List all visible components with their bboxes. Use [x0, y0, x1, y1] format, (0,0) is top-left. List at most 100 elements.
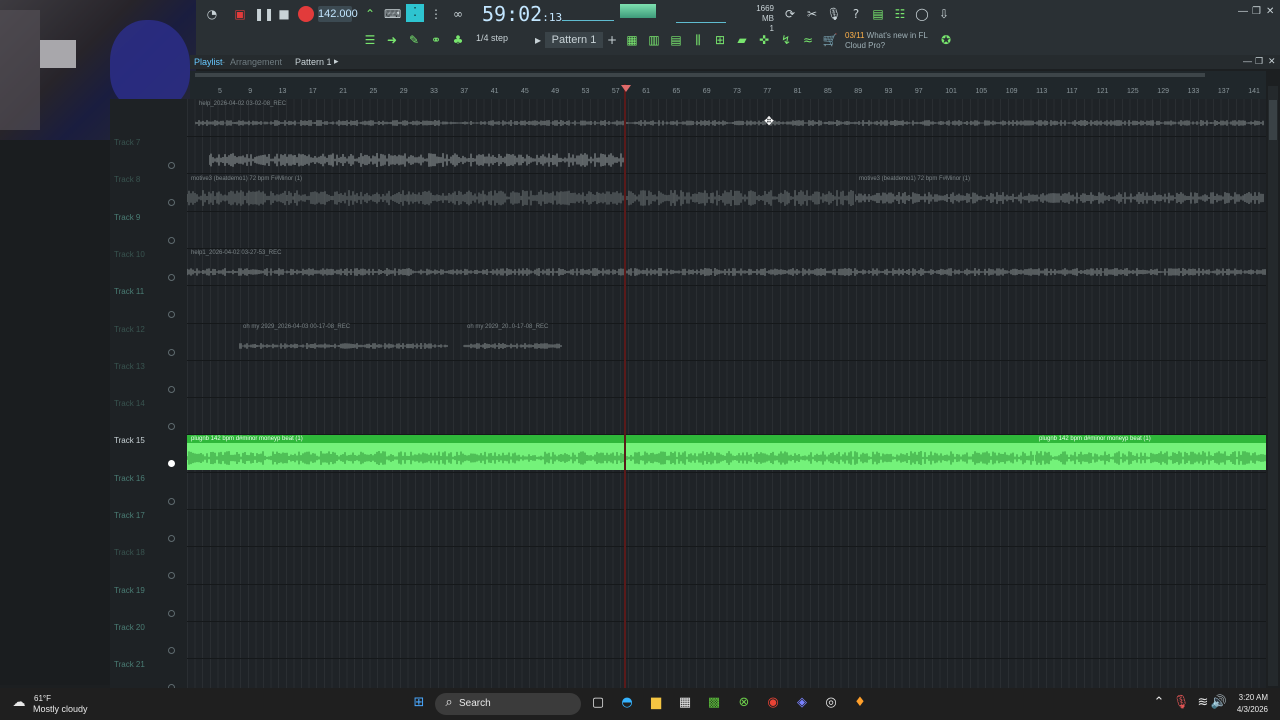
audio-clip[interactable]: oh my 2929_2026-04-03 00-17-08_REC	[238, 323, 449, 358]
track-name[interactable]: Track 18	[114, 548, 174, 557]
channel-rack-icon[interactable]: ▤	[668, 32, 684, 48]
restore-icon[interactable]: ❐	[1252, 6, 1261, 17]
track-name[interactable]: Track 15	[114, 436, 174, 445]
vertical-scrollbar[interactable]	[1268, 86, 1278, 686]
track-mute-icon[interactable]	[168, 236, 175, 244]
wave-icon[interactable]: ≈	[800, 32, 816, 48]
file-explorer-icon[interactable]: ▆	[647, 694, 665, 712]
picker-icon[interactable]: ✜	[756, 32, 772, 48]
cart-icon[interactable]: 🛒	[822, 32, 838, 48]
app-icon[interactable]: ◈	[793, 694, 811, 712]
browser-icon[interactable]: ⊞	[712, 32, 728, 48]
news-panel[interactable]: 03/11 What's new in FL Cloud Pro?	[845, 31, 928, 51]
fl-studio-icon[interactable]: ♦	[851, 694, 869, 712]
track-name[interactable]: Track 19	[114, 586, 174, 595]
typing-keyboard-icon[interactable]: ⌨	[384, 6, 401, 22]
step-edit-icon[interactable]: ⋮	[428, 6, 444, 22]
weather-desc[interactable]: Mostly cloudy	[33, 704, 88, 714]
minecraft-icon[interactable]: ▩	[705, 694, 723, 712]
track-name[interactable]: Track 9	[114, 213, 174, 222]
minimize-icon[interactable]: —	[1238, 6, 1248, 17]
tools-icon[interactable]: ✂	[804, 6, 820, 22]
playlist-close-icon[interactable]: ✕	[1268, 56, 1276, 67]
playhead[interactable]	[624, 84, 626, 689]
playlist-maximize-icon[interactable]: ❐	[1255, 56, 1263, 67]
track-name[interactable]: Track 7	[114, 138, 174, 147]
track-mute-icon[interactable]	[168, 273, 175, 281]
track-name[interactable]: Track 8	[114, 175, 174, 184]
chat-icon[interactable]: ◯	[914, 6, 930, 22]
mixer-icon[interactable]: ☷	[892, 6, 908, 22]
audio-clip[interactable]: help1_2026-04-02 03-27-53_REC	[186, 249, 1266, 284]
view-playlist-icon[interactable]: ▦	[624, 32, 640, 48]
steam-icon[interactable]: ◎	[822, 694, 840, 712]
track-name[interactable]: Track 17	[114, 511, 174, 520]
stop-icon[interactable]: ■	[276, 6, 292, 22]
edge-icon[interactable]: ◓	[618, 694, 636, 712]
track-name[interactable]: Track 12	[114, 325, 174, 334]
audio-clip[interactable]: plugnb 142 bpm d#minor moneyp beat (1)	[186, 435, 1035, 470]
track-name[interactable]: Track 10	[114, 250, 174, 259]
song-mode-icon[interactable]: ▣	[232, 6, 248, 22]
playlist-minimize-icon[interactable]: —	[1243, 56, 1252, 66]
playlist-icon[interactable]: ☰	[362, 32, 378, 48]
master-volume[interactable]	[676, 4, 726, 23]
record-button[interactable]	[298, 6, 314, 22]
snap-step[interactable]: 1/4 step	[476, 33, 508, 43]
metronome-icon[interactable]: ◔	[204, 6, 220, 22]
pattern-arrow-icon[interactable]: ▸	[334, 56, 339, 67]
audio-clip[interactable]	[208, 137, 627, 172]
vertical-scroll-thumb[interactable]	[1269, 100, 1277, 140]
track-mute-icon[interactable]	[168, 385, 175, 393]
track-name[interactable]: Track 11	[114, 287, 174, 296]
cloud-icon[interactable]: ✪	[938, 32, 954, 48]
track-mute-icon[interactable]	[168, 199, 175, 207]
tempo-display[interactable]: 142.000	[318, 6, 358, 22]
track-mute-icon[interactable]	[168, 348, 175, 356]
close-icon[interactable]: ✕	[1266, 6, 1274, 17]
track-mute-icon[interactable]	[168, 646, 175, 654]
play-small-icon[interactable]: ▸	[530, 32, 546, 48]
track-lane[interactable]	[187, 547, 1266, 585]
undo-history-icon[interactable]: ⟳	[782, 6, 798, 22]
pattern-selector[interactable]: Pattern 1	[545, 32, 603, 48]
track-lane[interactable]	[187, 584, 1266, 622]
arrow-right-icon[interactable]: ➜	[384, 32, 400, 48]
clock[interactable]: 3:20 AM 4/3/2026	[1230, 692, 1268, 716]
chrome-icon[interactable]: ◉	[764, 694, 782, 712]
link-icon[interactable]: ⚭	[428, 32, 444, 48]
arrangement-label[interactable]: Arrangement	[230, 57, 282, 67]
track-lane[interactable]	[187, 286, 1266, 324]
track-mute-icon[interactable]	[168, 572, 175, 580]
mixer-view-icon[interactable]: ⫼	[690, 32, 706, 48]
help-icon[interactable]: ?	[848, 6, 864, 22]
track-mute-icon[interactable]	[168, 497, 175, 505]
save-icon[interactable]: ▤	[870, 6, 886, 22]
track-mute-icon[interactable]	[168, 460, 175, 468]
track-mute-icon[interactable]	[168, 423, 175, 431]
audio-clip[interactable]: motive3 (beatdemo1) 72 bpm F#Minor (1)	[854, 175, 1265, 210]
track-lane[interactable]	[187, 621, 1266, 660]
tray-chevron-icon[interactable]: ⌃	[1150, 694, 1168, 712]
start-icon[interactable]: ⊞	[410, 694, 428, 712]
countdown-icon[interactable]: ⁚	[406, 4, 424, 22]
stretch-icon[interactable]: ↯	[778, 32, 794, 48]
pause-icon[interactable]: ❚❚	[254, 6, 274, 22]
track-mute-icon[interactable]	[168, 609, 175, 617]
track-lane[interactable]	[187, 509, 1266, 548]
mic-icon[interactable]: 🎙	[826, 6, 842, 22]
task-view-icon[interactable]: ▢	[589, 694, 607, 712]
track-mute-icon[interactable]	[168, 311, 175, 319]
plugin-icon[interactable]: ▰	[734, 32, 750, 48]
track-lane[interactable]	[187, 472, 1266, 510]
horizontal-scrollbar[interactable]	[195, 73, 1205, 77]
track-lane[interactable]	[187, 360, 1266, 399]
playlist-grid[interactable]: help_2026-04-02 03-02-08_REC motive3 (bea…	[186, 99, 1266, 689]
track-name[interactable]: Track 21	[114, 660, 174, 669]
audio-clip[interactable]: motive3 (beatdemo1) 72 bpm F#Minor (1)	[186, 175, 855, 210]
playhead-marker-icon[interactable]	[621, 85, 631, 92]
audio-clip[interactable]: oh my 2929_20..0-17-08_REC	[462, 323, 563, 358]
audio-clip[interactable]: help_2026-04-02 03-02-08_REC	[194, 100, 1265, 135]
snap-icon[interactable]: ⌃	[362, 6, 378, 22]
weather-icon[interactable]: ☁	[10, 694, 28, 712]
